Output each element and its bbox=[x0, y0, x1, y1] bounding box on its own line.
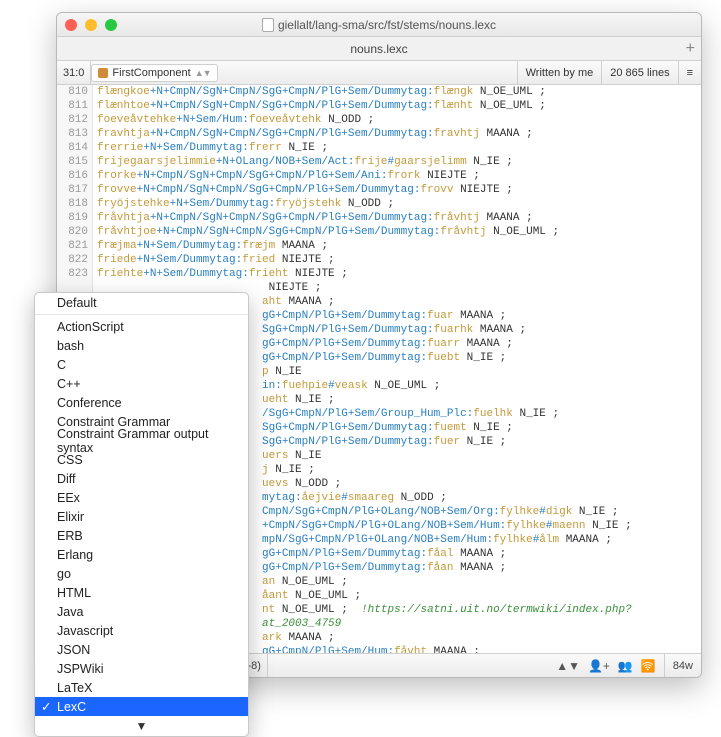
breadcrumb[interactable]: FirstComponent ▲▼ bbox=[91, 64, 217, 82]
author-label: Written by me bbox=[517, 61, 602, 85]
dropdown-item[interactable]: Elixir bbox=[35, 507, 248, 526]
minimize-icon[interactable] bbox=[85, 19, 97, 31]
dropdown-item[interactable]: ERB bbox=[35, 526, 248, 545]
dropdown-item[interactable]: Constraint Grammar output syntax bbox=[35, 431, 248, 450]
dropdown-item[interactable]: Javascript bbox=[35, 621, 248, 640]
folder-icon bbox=[98, 68, 108, 78]
dropdown-item[interactable]: Conference bbox=[35, 393, 248, 412]
dropdown-item[interactable]: Java bbox=[35, 602, 248, 621]
dropdown-item[interactable]: EEx bbox=[35, 488, 248, 507]
close-icon[interactable] bbox=[65, 19, 77, 31]
dropdown-more[interactable]: ▼ bbox=[35, 716, 248, 736]
titlebar: giellalt/lang-sma/src/fst/stems/nouns.le… bbox=[57, 13, 701, 37]
window-title: giellalt/lang-sma/src/fst/stems/nouns.le… bbox=[278, 18, 496, 32]
breadcrumb-label: FirstComponent bbox=[112, 67, 190, 79]
cursor-position: 31:0 bbox=[57, 61, 91, 84]
dropdown-item[interactable]: C++ bbox=[35, 374, 248, 393]
dropdown-item[interactable]: LaTeX bbox=[35, 678, 248, 697]
dropdown-separator bbox=[35, 314, 248, 315]
people-icon[interactable]: 👥 bbox=[618, 659, 633, 673]
rss-icon[interactable]: 🛜 bbox=[641, 659, 656, 673]
dropdown-item[interactable]: ActionScript bbox=[35, 317, 248, 336]
breadcrumb-arrows: ▲▼ bbox=[195, 68, 211, 78]
word-count: 84w bbox=[664, 654, 701, 677]
dropdown-item[interactable]: JSPWiki bbox=[35, 659, 248, 678]
updown-icon[interactable]: ▲▼ bbox=[556, 659, 580, 673]
status-icons: ▲▼ 👤+ 👥 🛜 bbox=[548, 659, 664, 673]
person-plus-icon[interactable]: 👤+ bbox=[588, 659, 610, 673]
dropdown-item[interactable]: Diff bbox=[35, 469, 248, 488]
settings-icon[interactable]: ≡ bbox=[678, 61, 701, 85]
dropdown-item[interactable]: HTML bbox=[35, 583, 248, 602]
dropdown-item[interactable]: bash bbox=[35, 336, 248, 355]
tab-active[interactable]: nouns.lexc bbox=[350, 42, 407, 56]
dropdown-item-selected[interactable]: LexC bbox=[35, 697, 248, 716]
document-icon bbox=[262, 18, 274, 32]
language-dropdown[interactable]: Default ActionScriptbashCC++Conference Co… bbox=[34, 292, 249, 737]
infobar: 31:0 FirstComponent ▲▼ Written by me 20 … bbox=[57, 61, 701, 85]
line-count: 20 865 lines bbox=[601, 61, 677, 85]
dropdown-item[interactable]: JSON bbox=[35, 640, 248, 659]
dropdown-item[interactable]: go bbox=[35, 564, 248, 583]
dropdown-item[interactable]: Erlang bbox=[35, 545, 248, 564]
dropdown-item-default[interactable]: Default bbox=[35, 293, 248, 312]
window-controls bbox=[65, 19, 117, 31]
zoom-icon[interactable] bbox=[105, 19, 117, 31]
tabbar: nouns.lexc + bbox=[57, 37, 701, 61]
new-tab-button[interactable]: + bbox=[686, 40, 695, 58]
dropdown-item[interactable]: C bbox=[35, 355, 248, 374]
